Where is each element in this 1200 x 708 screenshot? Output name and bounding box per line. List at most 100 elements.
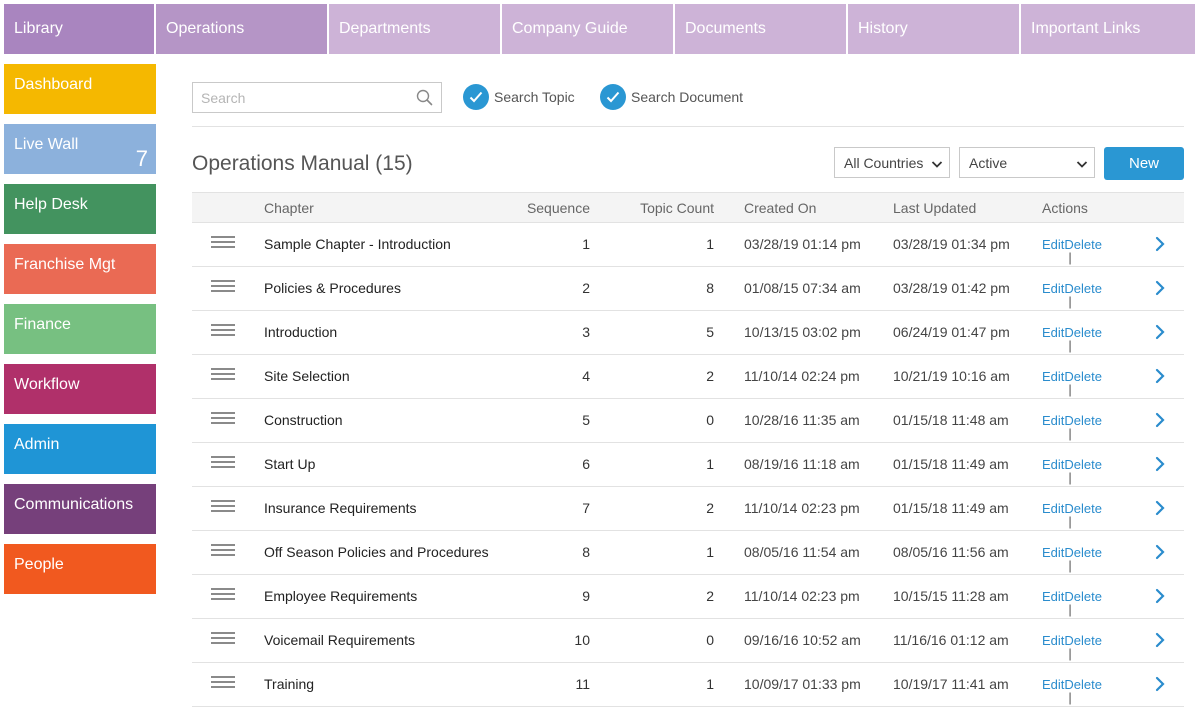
tab-departments[interactable]: Departments: [329, 4, 502, 54]
chapter-name: Sample Chapter - Introduction: [264, 236, 451, 252]
search-document-checkbox[interactable]: Search Document: [600, 84, 743, 110]
topic-count-value: 1: [706, 544, 714, 560]
sidebar-item-finance[interactable]: Finance: [4, 304, 156, 354]
table-row[interactable]: Insurance Requirements 7 2 11/10/14 02:23 p…: [192, 487, 1184, 531]
tab-label: Departments: [339, 20, 431, 37]
table-row[interactable]: Construction 5 0 10/28/16 11:35 am 01/15/18 …: [192, 399, 1184, 443]
new-button[interactable]: New: [1104, 147, 1184, 180]
sequence-value: 8: [582, 544, 590, 560]
column-header-created-on[interactable]: Created On: [744, 200, 816, 216]
drag-handle-icon[interactable]: [211, 280, 235, 292]
sidebar-item-admin[interactable]: Admin: [4, 424, 156, 474]
tab-label: Documents: [685, 20, 766, 37]
drag-handle-icon[interactable]: [211, 236, 235, 248]
chevron-right-icon[interactable]: [1155, 676, 1165, 695]
search-input[interactable]: [193, 83, 403, 112]
search-icon[interactable]: [416, 89, 433, 111]
edit-link[interactable]: Edit: [1042, 457, 1064, 472]
table-row[interactable]: Policies & Procedures 2 8 01/08/15 07:34 am…: [192, 267, 1184, 311]
chapters-table: Chapter Sequence Topic Count Created On …: [192, 192, 1184, 707]
created-on-value: 11/10/14 02:23 pm: [744, 500, 860, 516]
search-topic-checkbox[interactable]: Search Topic: [463, 84, 575, 110]
created-on-value: 11/10/14 02:23 pm: [744, 588, 860, 604]
chapter-name: Construction: [264, 412, 343, 428]
drag-handle-icon[interactable]: [211, 368, 235, 380]
drag-handle-icon[interactable]: [211, 456, 235, 468]
actions-cell: Edit | Delete: [1042, 281, 1102, 309]
country-filter-select[interactable]: All Countries: [834, 147, 950, 178]
table-row[interactable]: Start Up 6 1 08/19/16 11:18 am 01/15/18 11:4…: [192, 443, 1184, 487]
chevron-right-icon[interactable]: [1155, 500, 1165, 519]
tab-company-guide[interactable]: Company Guide: [502, 4, 675, 54]
drag-handle-icon[interactable]: [211, 588, 235, 600]
drag-handle-icon[interactable]: [211, 632, 235, 644]
sidebar-item-help-desk[interactable]: Help Desk: [4, 184, 156, 234]
chevron-right-icon[interactable]: [1155, 368, 1165, 387]
drag-handle-icon[interactable]: [211, 500, 235, 512]
sequence-value: 4: [582, 368, 590, 384]
sidebar-item-dashboard[interactable]: Dashboard: [4, 64, 156, 114]
tab-label: Important Links: [1031, 20, 1141, 37]
tab-history[interactable]: History: [848, 4, 1021, 54]
column-header-last-updated[interactable]: Last Updated: [893, 200, 976, 216]
chevron-right-icon[interactable]: [1155, 544, 1165, 563]
edit-link[interactable]: Edit: [1042, 677, 1064, 692]
sidebar-item-communications[interactable]: Communications: [4, 484, 156, 534]
table-row[interactable]: Introduction 3 5 10/13/15 03:02 pm 06/24/19 …: [192, 311, 1184, 355]
sidebar-item-workflow[interactable]: Workflow: [4, 364, 156, 414]
edit-link[interactable]: Edit: [1042, 545, 1064, 560]
sidebar-item-label: Franchise Mgt: [14, 256, 116, 273]
topic-count-value: 2: [706, 368, 714, 384]
tab-important-links[interactable]: Important Links: [1021, 4, 1195, 54]
tab-library[interactable]: Library: [4, 4, 156, 54]
sidebar-item-label: Communications: [14, 496, 134, 513]
drag-handle-icon[interactable]: [211, 544, 235, 556]
chevron-right-icon[interactable]: [1155, 632, 1165, 651]
actions-cell: Edit | Delete: [1042, 545, 1102, 573]
column-header-chapter[interactable]: Chapter: [264, 200, 314, 216]
sequence-value: 6: [582, 456, 590, 472]
chevron-down-icon: [1076, 157, 1088, 173]
edit-link[interactable]: Edit: [1042, 237, 1064, 252]
top-nav: Library Operations Departments Company G…: [4, 4, 1195, 54]
sequence-value: 2: [582, 280, 590, 296]
chevron-right-icon[interactable]: [1155, 280, 1165, 299]
table-row[interactable]: Training 11 1 10/09/17 01:33 pm 10/19/17 11:…: [192, 663, 1184, 707]
sidebar-item-live-wall[interactable]: Live Wall 7: [4, 124, 156, 174]
column-header-topic-count[interactable]: Topic Count: [640, 200, 714, 216]
table-row[interactable]: Employee Requirements 9 2 11/10/14 02:23 pm…: [192, 575, 1184, 619]
sequence-value: 1: [582, 236, 590, 252]
edit-link[interactable]: Edit: [1042, 413, 1064, 428]
tab-operations[interactable]: Operations: [156, 4, 329, 54]
tab-documents[interactable]: Documents: [675, 4, 848, 54]
edit-link[interactable]: Edit: [1042, 589, 1064, 604]
created-on-value: 01/08/15 07:34 am: [744, 280, 861, 296]
chevron-right-icon[interactable]: [1155, 236, 1165, 255]
table-row[interactable]: Site Selection 4 2 11/10/14 02:24 pm 10/21/1…: [192, 355, 1184, 399]
chevron-right-icon[interactable]: [1155, 588, 1165, 607]
drag-handle-icon[interactable]: [211, 412, 235, 424]
chevron-right-icon[interactable]: [1155, 456, 1165, 475]
chevron-right-icon[interactable]: [1155, 412, 1165, 431]
table-row[interactable]: Sample Chapter - Introduction 1 1 03/28/19 …: [192, 223, 1184, 267]
sidebar-item-label: Dashboard: [14, 76, 93, 93]
created-on-value: 09/16/16 10:52 am: [744, 632, 861, 648]
last-updated-value: 01/15/18 11:49 am: [893, 456, 1009, 472]
drag-handle-icon[interactable]: [211, 676, 235, 688]
table-row[interactable]: Off Season Policies and Procedures 8 1 08/0…: [192, 531, 1184, 575]
edit-link[interactable]: Edit: [1042, 633, 1064, 648]
chapter-name: Start Up: [264, 456, 316, 472]
table-row[interactable]: Voicemail Requirements 10 0 09/16/16 10:52 …: [192, 619, 1184, 663]
edit-link[interactable]: Edit: [1042, 325, 1064, 340]
topic-count-value: 1: [706, 676, 714, 692]
column-header-sequence[interactable]: Sequence: [527, 200, 590, 216]
edit-link[interactable]: Edit: [1042, 281, 1064, 296]
sidebar-item-people[interactable]: People: [4, 544, 156, 594]
status-filter-select[interactable]: Active: [959, 147, 1095, 178]
sidebar-item-franchise-mgt[interactable]: Franchise Mgt: [4, 244, 156, 294]
drag-handle-icon[interactable]: [211, 324, 235, 336]
edit-link[interactable]: Edit: [1042, 369, 1064, 384]
last-updated-value: 03/28/19 01:42 pm: [893, 280, 1010, 296]
chevron-right-icon[interactable]: [1155, 324, 1165, 343]
edit-link[interactable]: Edit: [1042, 501, 1064, 516]
